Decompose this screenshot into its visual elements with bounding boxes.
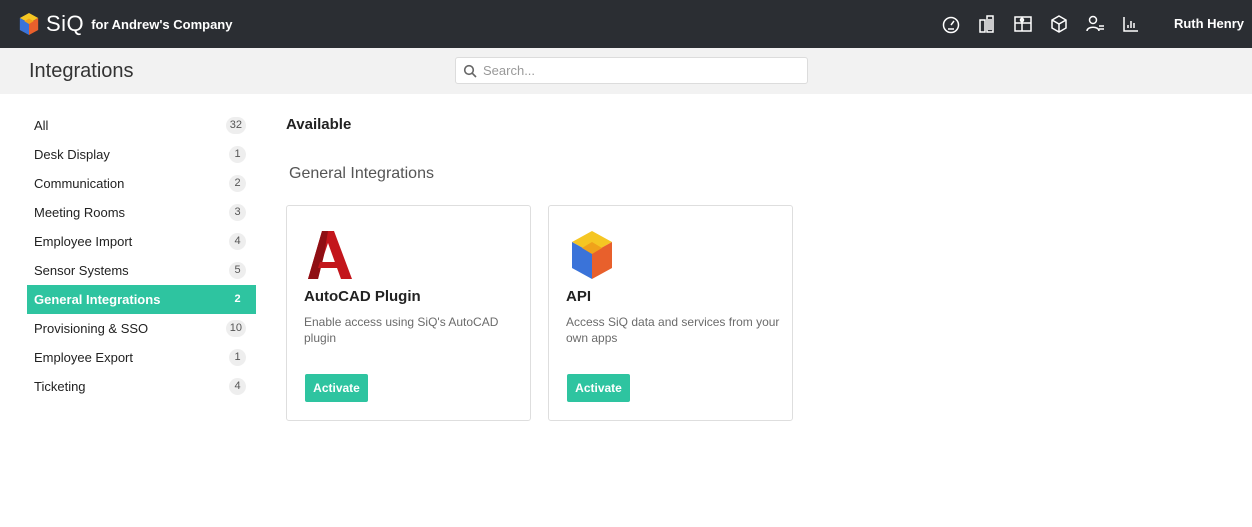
sidebar-item-communication[interactable]: Communication 2 <box>27 169 256 198</box>
card-title: API <box>566 288 592 305</box>
search-icon <box>463 64 477 78</box>
sidebar-item-count: 2 <box>229 291 246 308</box>
analytics-icon[interactable] <box>1120 13 1142 35</box>
sidebar-item-count: 1 <box>229 349 246 366</box>
integration-card-api: API Access SiQ data and services from yo… <box>548 205 793 421</box>
sidebar-item-label: Employee Export <box>34 350 133 365</box>
sidebar-item-count: 5 <box>229 262 246 279</box>
autocad-logo-icon <box>308 231 352 279</box>
page-header: Integrations <box>0 48 1252 94</box>
sidebar-item-count: 1 <box>229 146 246 163</box>
sidebar-item-label: General Integrations <box>34 292 161 307</box>
sidebar-item-count: 32 <box>225 117 246 134</box>
company-name: for Andrew's Company <box>91 16 233 32</box>
sidebar-item-all[interactable]: All 32 <box>27 111 256 140</box>
card-description: Access SiQ data and services from your o… <box>566 315 780 345</box>
sidebar-item-count: 4 <box>229 233 246 250</box>
page-title: Integrations <box>29 60 134 82</box>
sidebar-item-count: 2 <box>229 175 246 192</box>
card-title: AutoCAD Plugin <box>304 288 421 305</box>
sidebar-item-meeting-rooms[interactable]: Meeting Rooms 3 <box>27 198 256 227</box>
siq-logo-icon <box>19 13 39 35</box>
sidebar-item-provisioning-sso[interactable]: Provisioning & SSO 10 <box>27 314 256 343</box>
top-icons <box>926 0 1142 48</box>
category-sidebar: All 32 Desk Display 1 Communication 2 Me… <box>27 111 256 401</box>
box-icon[interactable] <box>1048 13 1070 35</box>
sidebar-item-label: Desk Display <box>34 147 110 162</box>
dashboard-icon[interactable] <box>940 13 962 35</box>
brand[interactable]: SiQ for Andrew's Company <box>18 11 232 37</box>
sidebar-item-label: All <box>34 118 49 133</box>
top-navbar: SiQ for Andrew's Company Ruth Henry <box>0 0 1252 48</box>
activate-button[interactable]: Activate <box>567 374 630 402</box>
sidebar-item-count: 3 <box>229 204 246 221</box>
section-title: Available <box>286 116 352 133</box>
sidebar-item-label: Meeting Rooms <box>34 205 126 220</box>
sidebar-item-count: 10 <box>225 320 246 337</box>
floorplan-icon[interactable] <box>1012 13 1034 35</box>
search-input[interactable] <box>483 63 783 78</box>
buildings-icon[interactable] <box>976 13 998 35</box>
sidebar-item-label: Employee Import <box>34 234 133 249</box>
card-description: Enable access using SiQ's AutoCAD plugin <box>304 315 499 345</box>
activate-button[interactable]: Activate <box>305 374 368 402</box>
sidebar-item-label: Ticketing <box>34 379 86 394</box>
search-box[interactable] <box>455 57 808 84</box>
sidebar-item-employee-import[interactable]: Employee Import 4 <box>27 227 256 256</box>
sidebar-item-label: Communication <box>34 176 125 191</box>
users-icon[interactable] <box>1084 13 1106 35</box>
sidebar-item-label: Sensor Systems <box>34 263 129 278</box>
siq-logo-icon <box>572 231 612 279</box>
sidebar-item-employee-export[interactable]: Employee Export 1 <box>27 343 256 372</box>
sidebar-item-ticketing[interactable]: Ticketing 4 <box>27 372 256 401</box>
sidebar-item-label: Provisioning & SSO <box>34 321 149 336</box>
group-title: General Integrations <box>289 165 434 182</box>
user-menu[interactable]: Ruth Henry <box>1174 0 1244 48</box>
brand-name: SiQ <box>46 11 85 36</box>
sidebar-item-desk-display[interactable]: Desk Display 1 <box>27 140 256 169</box>
integration-card-autocad: AutoCAD Plugin Enable access using SiQ's… <box>286 205 531 421</box>
sidebar-item-general-integrations[interactable]: General Integrations 2 <box>27 285 256 314</box>
sidebar-item-count: 4 <box>229 378 246 395</box>
sidebar-item-sensor-systems[interactable]: Sensor Systems 5 <box>27 256 256 285</box>
